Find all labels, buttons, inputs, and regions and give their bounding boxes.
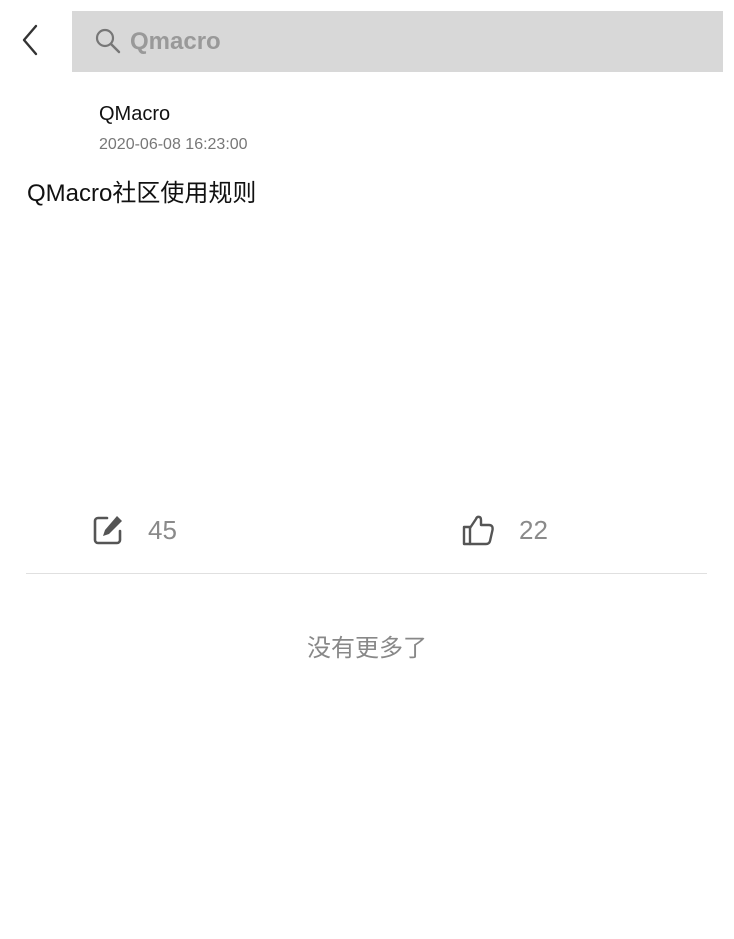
like-count: 22	[519, 514, 548, 545]
search-query-text[interactable]: Qmacro	[130, 11, 221, 72]
divider	[26, 573, 707, 574]
post-title[interactable]: QMacro社区使用规则	[27, 173, 256, 208]
chevron-left-icon	[22, 24, 38, 56]
header: Qmacro	[0, 0, 734, 84]
comment-button[interactable]: 45	[90, 508, 177, 552]
edit-icon	[93, 516, 122, 545]
post-timestamp: 2020-06-08 16:23:00	[99, 136, 248, 153]
page: Qmacro QMacro 2020-06-08 16:23:00 QMacro…	[0, 0, 734, 939]
no-more-text: 没有更多了	[307, 635, 427, 662]
post-author[interactable]: QMacro	[99, 103, 170, 126]
search-bar[interactable]: Qmacro	[72, 11, 723, 72]
comment-count: 45	[148, 514, 177, 545]
search-icon	[95, 28, 121, 54]
back-button[interactable]	[14, 20, 50, 60]
thumbs-up-icon	[462, 515, 494, 546]
like-button[interactable]: 22	[459, 508, 548, 552]
